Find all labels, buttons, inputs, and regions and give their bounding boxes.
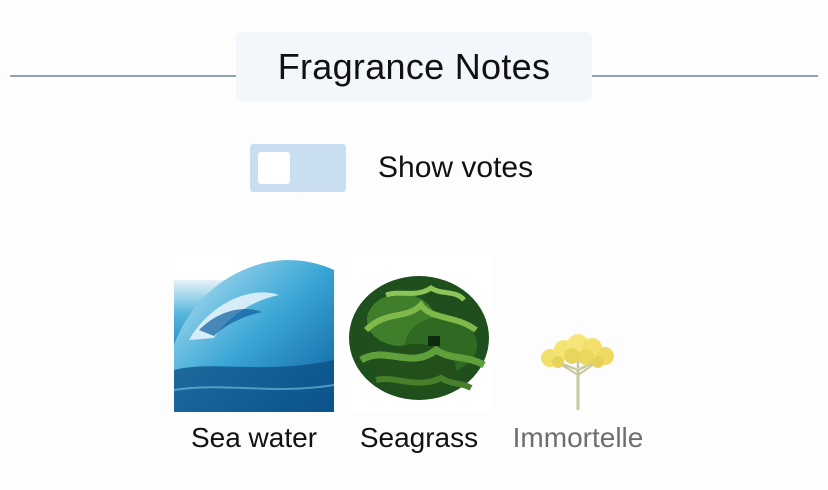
section-divider-left <box>10 75 236 77</box>
note-label: Immortelle <box>512 422 644 453</box>
show-votes-row: Show votes <box>250 144 533 192</box>
note-label: Seagrass <box>359 422 479 453</box>
fragrance-notes-panel: Fragrance Notes Show votes Sea water Sea… <box>0 0 828 490</box>
seaweed-icon <box>346 250 492 412</box>
immortelle-flower-icon <box>502 250 654 412</box>
note-seagrass[interactable]: Seagrass <box>346 250 492 454</box>
note-immortelle[interactable]: Immortelle <box>502 250 654 454</box>
toggle-knob <box>258 152 290 184</box>
show-votes-label: Show votes <box>378 151 534 184</box>
section-title: Fragrance Notes <box>236 32 592 101</box>
note-sea-water[interactable]: Sea water <box>174 250 334 454</box>
show-votes-toggle[interactable] <box>250 144 346 192</box>
wave-icon <box>174 250 334 412</box>
section-divider-right <box>592 75 818 77</box>
note-label: Sea water <box>190 422 318 453</box>
